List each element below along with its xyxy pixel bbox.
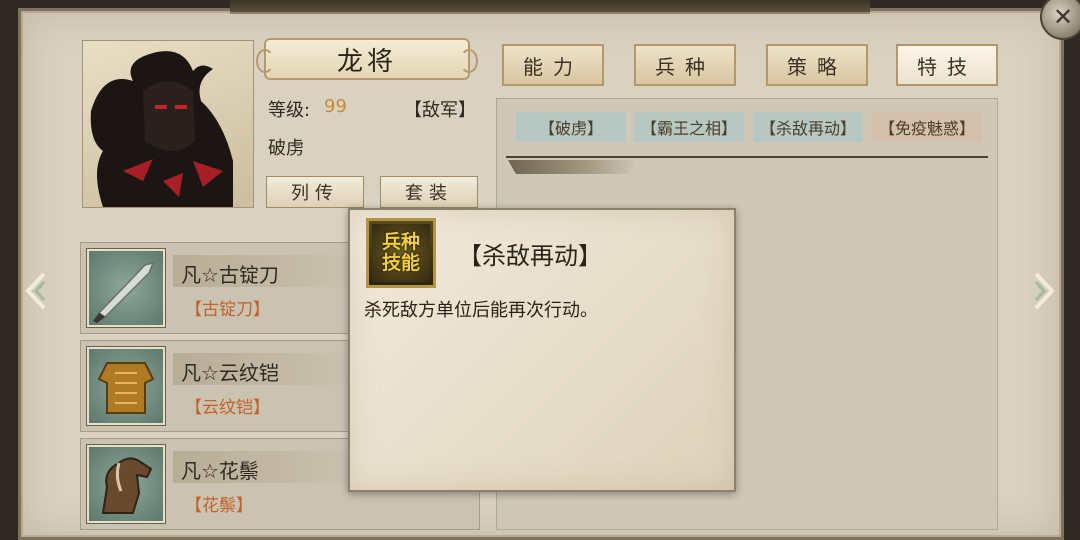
troop-skill-icon: 兵种 技能 <box>366 218 436 288</box>
skill-tag[interactable]: 【免疫魅惑】 <box>872 112 982 142</box>
tooltip-description: 杀死敌方单位后能再次行动。 <box>364 300 598 321</box>
icon-text: 技能 <box>381 252 420 274</box>
close-icon: ✕ <box>1052 3 1074 31</box>
hero-portrait <box>82 40 254 208</box>
prev-arrow-icon[interactable] <box>22 268 56 314</box>
hero-name: 龙将 <box>336 46 397 77</box>
skill-tag[interactable]: 【破虏】 <box>516 112 626 142</box>
divider-ornament <box>508 160 638 174</box>
equipment-set-button[interactable]: 套装 <box>380 176 478 208</box>
level-label: 等级: <box>268 100 311 121</box>
tab-troop-type[interactable]: 兵种 <box>634 44 736 86</box>
faction-label: 【敌军】 <box>404 100 476 121</box>
equipment-name: 凡☆花鬃 <box>181 459 259 483</box>
skill-tag[interactable]: 【杀敌再动】 <box>753 112 863 142</box>
equipment-name: 凡☆云纹铠 <box>181 361 279 385</box>
equipment-type: 【云纹铠】 <box>185 398 270 418</box>
top-ornament <box>230 0 870 14</box>
icon-text: 兵种 <box>381 231 420 253</box>
hero-name-plaque: 龙将 <box>256 38 478 80</box>
equipment-type: 【花鬃】 <box>185 496 253 516</box>
tab-special-skill[interactable]: 特技 <box>896 44 998 86</box>
tooltip-title: 【杀敌再动】 <box>458 242 602 270</box>
hero-subtitle: 破虏 <box>268 138 304 159</box>
warrior-silhouette-icon <box>90 51 233 207</box>
skill-tooltip: 兵种 技能 【杀敌再动】 杀死敌方单位后能再次行动。 <box>348 208 736 492</box>
level-value: 99 <box>324 96 347 117</box>
divider <box>506 156 988 158</box>
tab-strategy[interactable]: 策略 <box>766 44 868 86</box>
skill-tag[interactable]: 【霸王之相】 <box>634 112 744 142</box>
next-arrow-icon[interactable] <box>1024 268 1058 314</box>
horse-icon <box>87 445 165 523</box>
tab-ability[interactable]: 能力 <box>502 44 604 86</box>
equipment-type: 【古锭刀】 <box>185 300 270 320</box>
biography-button[interactable]: 列传 <box>266 176 364 208</box>
equipment-name: 凡☆古锭刀 <box>181 263 279 287</box>
blade-icon <box>87 249 165 327</box>
armor-icon <box>87 347 165 425</box>
